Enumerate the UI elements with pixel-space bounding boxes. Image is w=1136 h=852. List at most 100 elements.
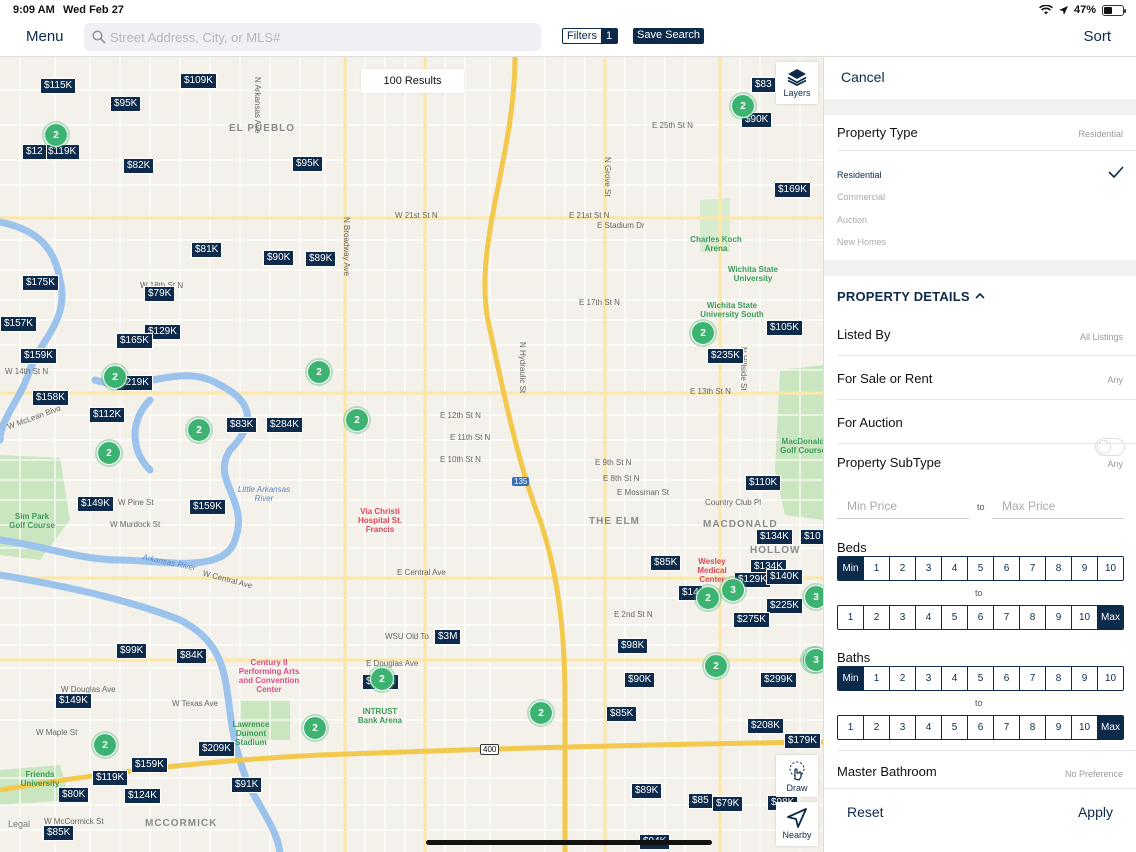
baths-max-option[interactable]: 4 xyxy=(915,716,941,739)
price-pin[interactable]: $149K xyxy=(77,496,114,512)
layers-button[interactable]: Layers xyxy=(776,62,818,104)
beds-min-option[interactable]: Min xyxy=(838,557,863,580)
baths-min-option[interactable]: 4 xyxy=(941,667,967,690)
beds-min-option[interactable]: 1 xyxy=(863,557,889,580)
price-pin[interactable]: $119K xyxy=(44,144,81,160)
baths-max-option[interactable]: 6 xyxy=(967,716,993,739)
cluster-marker[interactable]: 2 xyxy=(97,441,121,465)
price-pin[interactable]: $179K xyxy=(784,733,821,749)
price-pin[interactable]: $165K xyxy=(116,333,153,349)
baths-min-option[interactable]: 2 xyxy=(889,667,915,690)
price-pin[interactable]: $99K xyxy=(116,643,148,659)
price-pin[interactable]: $140K xyxy=(766,569,803,585)
property-type-option[interactable]: New Homes xyxy=(837,237,886,247)
cluster-marker[interactable]: 2 xyxy=(187,418,211,442)
baths-max-option[interactable]: 5 xyxy=(941,716,967,739)
cluster-marker[interactable]: 3 xyxy=(804,648,823,672)
price-pin[interactable]: $109K xyxy=(180,73,217,89)
draw-button[interactable]: Draw xyxy=(776,755,818,797)
price-pin[interactable]: $83K xyxy=(226,417,258,433)
price-pin[interactable]: $159K xyxy=(20,348,57,364)
price-pin[interactable]: $98K xyxy=(617,638,649,654)
beds-max-option[interactable]: 5 xyxy=(941,606,967,629)
baths-min-option[interactable]: 3 xyxy=(915,667,941,690)
price-pin[interactable]: $79K xyxy=(712,796,744,812)
sort-button[interactable]: Sort xyxy=(1083,28,1111,45)
beds-min-option[interactable]: 3 xyxy=(915,557,941,580)
price-pin[interactable]: $158K xyxy=(32,390,69,406)
baths-min-option[interactable]: 5 xyxy=(967,667,993,690)
price-pin[interactable]: $159K xyxy=(131,757,168,773)
beds-max-option[interactable]: 10 xyxy=(1071,606,1097,629)
price-pin[interactable]: $235K xyxy=(707,348,744,364)
property-type-option[interactable]: Residential xyxy=(837,170,882,180)
baths-max-option[interactable]: 10 xyxy=(1071,716,1097,739)
nearby-button[interactable]: Nearby xyxy=(776,802,818,846)
cluster-marker[interactable]: 2 xyxy=(93,733,117,757)
price-pin[interactable]: $82K xyxy=(123,158,155,174)
beds-max-option[interactable]: 6 xyxy=(967,606,993,629)
beds-min-option[interactable]: 9 xyxy=(1071,557,1097,580)
price-pin[interactable]: $157K xyxy=(0,316,37,332)
price-pin[interactable]: $95K xyxy=(292,156,324,172)
price-pin[interactable]: $95K xyxy=(110,96,142,112)
cluster-marker[interactable]: 3 xyxy=(721,578,745,602)
filters-button[interactable]: Filters 1 xyxy=(562,28,619,44)
beds-max-option[interactable]: 2 xyxy=(863,606,889,629)
baths-min-option[interactable]: 9 xyxy=(1071,667,1097,690)
auction-toggle[interactable] xyxy=(1095,438,1125,456)
price-pin[interactable]: $134K xyxy=(756,529,793,545)
legal-link[interactable]: Legal xyxy=(8,819,30,829)
price-pin[interactable]: $105K xyxy=(766,320,803,336)
cluster-marker[interactable]: 2 xyxy=(303,716,327,740)
price-pin[interactable]: $124K xyxy=(124,788,161,804)
baths-max-option[interactable]: 2 xyxy=(863,716,889,739)
min-price-field[interactable]: Min Price xyxy=(837,499,969,519)
price-pin[interactable]: $115K xyxy=(40,78,77,94)
beds-max-option[interactable]: 7 xyxy=(993,606,1019,629)
price-pin[interactable]: $91K xyxy=(231,777,263,793)
property-type-option[interactable]: Auction xyxy=(837,215,867,225)
cluster-marker[interactable]: 2 xyxy=(103,365,127,389)
price-pin[interactable]: $209K xyxy=(198,741,235,757)
reset-button[interactable]: Reset xyxy=(847,804,884,820)
beds-min-option[interactable]: 8 xyxy=(1045,557,1071,580)
price-pin[interactable]: $112K xyxy=(89,407,126,423)
cluster-marker[interactable]: 2 xyxy=(307,360,331,384)
beds-max-option[interactable]: 3 xyxy=(889,606,915,629)
price-pin[interactable]: $80K xyxy=(58,787,90,803)
beds-min-option[interactable]: 4 xyxy=(941,557,967,580)
price-pin[interactable]: $12 xyxy=(22,144,47,160)
cluster-marker[interactable]: 2 xyxy=(704,654,728,678)
baths-max-option[interactable]: 9 xyxy=(1045,716,1071,739)
baths-min-option[interactable]: 1 xyxy=(863,667,889,690)
beds-max-option[interactable]: Max xyxy=(1097,606,1123,629)
beds-min-option[interactable]: 7 xyxy=(1019,557,1045,580)
price-pin[interactable]: $85K xyxy=(650,555,682,571)
price-pin[interactable]: $79K xyxy=(144,286,176,302)
baths-max-option[interactable]: 1 xyxy=(838,716,863,739)
cluster-marker[interactable]: 2 xyxy=(691,321,715,345)
cluster-marker[interactable]: 2 xyxy=(370,667,394,691)
price-pin[interactable]: $175K xyxy=(22,275,59,291)
price-pin[interactable]: $85 xyxy=(688,793,713,809)
baths-max-option[interactable]: Max xyxy=(1097,716,1123,739)
beds-min-option[interactable]: 10 xyxy=(1097,557,1123,580)
price-pin[interactable]: $119K xyxy=(92,770,129,786)
beds-min-option[interactable]: 5 xyxy=(967,557,993,580)
price-pin[interactable]: $89K xyxy=(631,783,663,799)
max-price-field[interactable]: Max Price xyxy=(992,499,1124,519)
cluster-marker[interactable]: 2 xyxy=(44,123,68,147)
price-pin[interactable]: $85K xyxy=(606,706,638,722)
cluster-marker[interactable]: 3 xyxy=(804,585,823,609)
price-pin[interactable]: $284K xyxy=(266,417,303,433)
property-type-option[interactable]: Commercial xyxy=(837,192,885,202)
beds-max-option[interactable]: 4 xyxy=(915,606,941,629)
baths-max-option[interactable]: 7 xyxy=(993,716,1019,739)
search-input[interactable] xyxy=(110,29,541,45)
baths-max-option[interactable]: 8 xyxy=(1019,716,1045,739)
cluster-marker[interactable]: 2 xyxy=(696,586,720,610)
cancel-button[interactable]: Cancel xyxy=(841,69,885,85)
price-pin[interactable]: $159K xyxy=(189,499,226,515)
price-pin[interactable]: $10 xyxy=(800,529,823,545)
